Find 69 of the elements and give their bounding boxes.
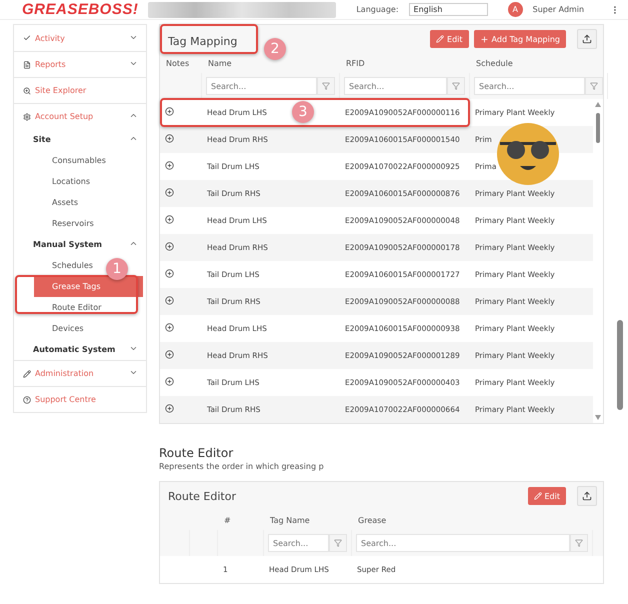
column-header[interactable]: # bbox=[218, 510, 264, 530]
filter-icon bbox=[452, 82, 460, 90]
logo[interactable]: GREASEBOSS! bbox=[22, 1, 138, 18]
chevron-down-icon[interactable] bbox=[129, 368, 138, 377]
sidebar-subitem[interactable]: Reservoirs bbox=[52, 213, 94, 234]
chevron-up-icon[interactable] bbox=[129, 239, 138, 248]
column-header[interactable]: Grease bbox=[352, 510, 603, 530]
add-note-icon[interactable] bbox=[165, 323, 174, 332]
column-header[interactable]: Tag Name bbox=[264, 510, 352, 530]
panel-title: Tag Mapping bbox=[168, 34, 238, 48]
sidebar-subitem[interactable]: Devices bbox=[52, 318, 84, 339]
add-note-icon[interactable] bbox=[165, 377, 174, 386]
add-note-icon[interactable] bbox=[165, 242, 174, 251]
language-label: Language: bbox=[356, 5, 399, 14]
chevron-down-icon[interactable] bbox=[129, 59, 138, 68]
search-field[interactable]: Search... bbox=[356, 534, 570, 552]
add-note-icon[interactable] bbox=[165, 161, 174, 170]
sidebar-subitem[interactable]: Route Editor bbox=[52, 297, 102, 318]
filter-icon bbox=[575, 539, 583, 547]
language-select[interactable]: English bbox=[408, 3, 488, 16]
search-field[interactable]: Search... bbox=[206, 77, 317, 95]
plus-icon bbox=[480, 34, 489, 44]
add-note-icon[interactable] bbox=[165, 134, 174, 143]
callout-badge: 1 bbox=[106, 258, 128, 280]
callout-badge: 3 bbox=[292, 101, 314, 123]
chevron-up-icon[interactable] bbox=[129, 134, 138, 143]
sidebar-subitem[interactable]: Assets bbox=[52, 192, 78, 213]
column-header[interactable]: Notes bbox=[160, 53, 202, 73]
chevron-down-icon[interactable] bbox=[129, 344, 138, 353]
upload-icon bbox=[582, 34, 592, 44]
sunglasses-emoji-drawing bbox=[497, 123, 559, 185]
add-note-icon[interactable] bbox=[165, 269, 174, 278]
add-note-icon[interactable] bbox=[165, 404, 174, 413]
sidebar-subitem[interactable]: Locations bbox=[52, 171, 90, 192]
filter-icon bbox=[334, 539, 342, 547]
pencil-icon bbox=[436, 35, 444, 43]
chevron-up-icon[interactable] bbox=[129, 111, 138, 120]
callout-badge: 2 bbox=[264, 38, 286, 60]
sidebar-group[interactable]: Manual System bbox=[14, 234, 146, 255]
search-field[interactable]: Search... bbox=[268, 534, 329, 552]
export-button[interactable] bbox=[577, 29, 597, 49]
add-note-icon[interactable] bbox=[165, 188, 174, 197]
sidebar-group[interactable]: Automatic System bbox=[14, 339, 146, 360]
user-role: Super Admin bbox=[532, 5, 584, 14]
search-field[interactable]: Search... bbox=[344, 77, 447, 95]
add-note-icon[interactable] bbox=[165, 350, 174, 359]
section-heading: Route Editor bbox=[159, 446, 234, 460]
sidebar-item-icon bbox=[23, 60, 31, 68]
section-description: Represents the order in which greasing p bbox=[159, 462, 325, 471]
sidebar-item-icon bbox=[23, 396, 31, 404]
sidebar-item-icon bbox=[23, 86, 31, 94]
sidebar-subitem[interactable]: Consumables bbox=[52, 150, 106, 171]
filter-icon bbox=[322, 82, 330, 90]
export-button[interactable] bbox=[577, 486, 597, 506]
pencil-icon bbox=[534, 492, 542, 500]
sidebar-item-icon bbox=[23, 34, 31, 42]
upload-icon bbox=[582, 491, 592, 501]
panel-title: Route Editor bbox=[168, 490, 237, 502]
sidebar-item-icon bbox=[23, 112, 31, 120]
add-note-icon[interactable] bbox=[165, 107, 174, 116]
search-field[interactable]: Search... bbox=[474, 77, 585, 95]
sidebar-group[interactable]: Site bbox=[14, 129, 146, 150]
column-header[interactable]: Schedule bbox=[470, 53, 603, 73]
sidebar-subitem[interactable]: Schedules bbox=[52, 255, 93, 276]
add-note-icon[interactable] bbox=[165, 215, 174, 224]
sidebar-item-icon bbox=[23, 370, 31, 378]
filter-icon bbox=[590, 82, 598, 90]
column-header[interactable]: RFID bbox=[340, 53, 470, 73]
add-note-icon[interactable] bbox=[165, 296, 174, 305]
